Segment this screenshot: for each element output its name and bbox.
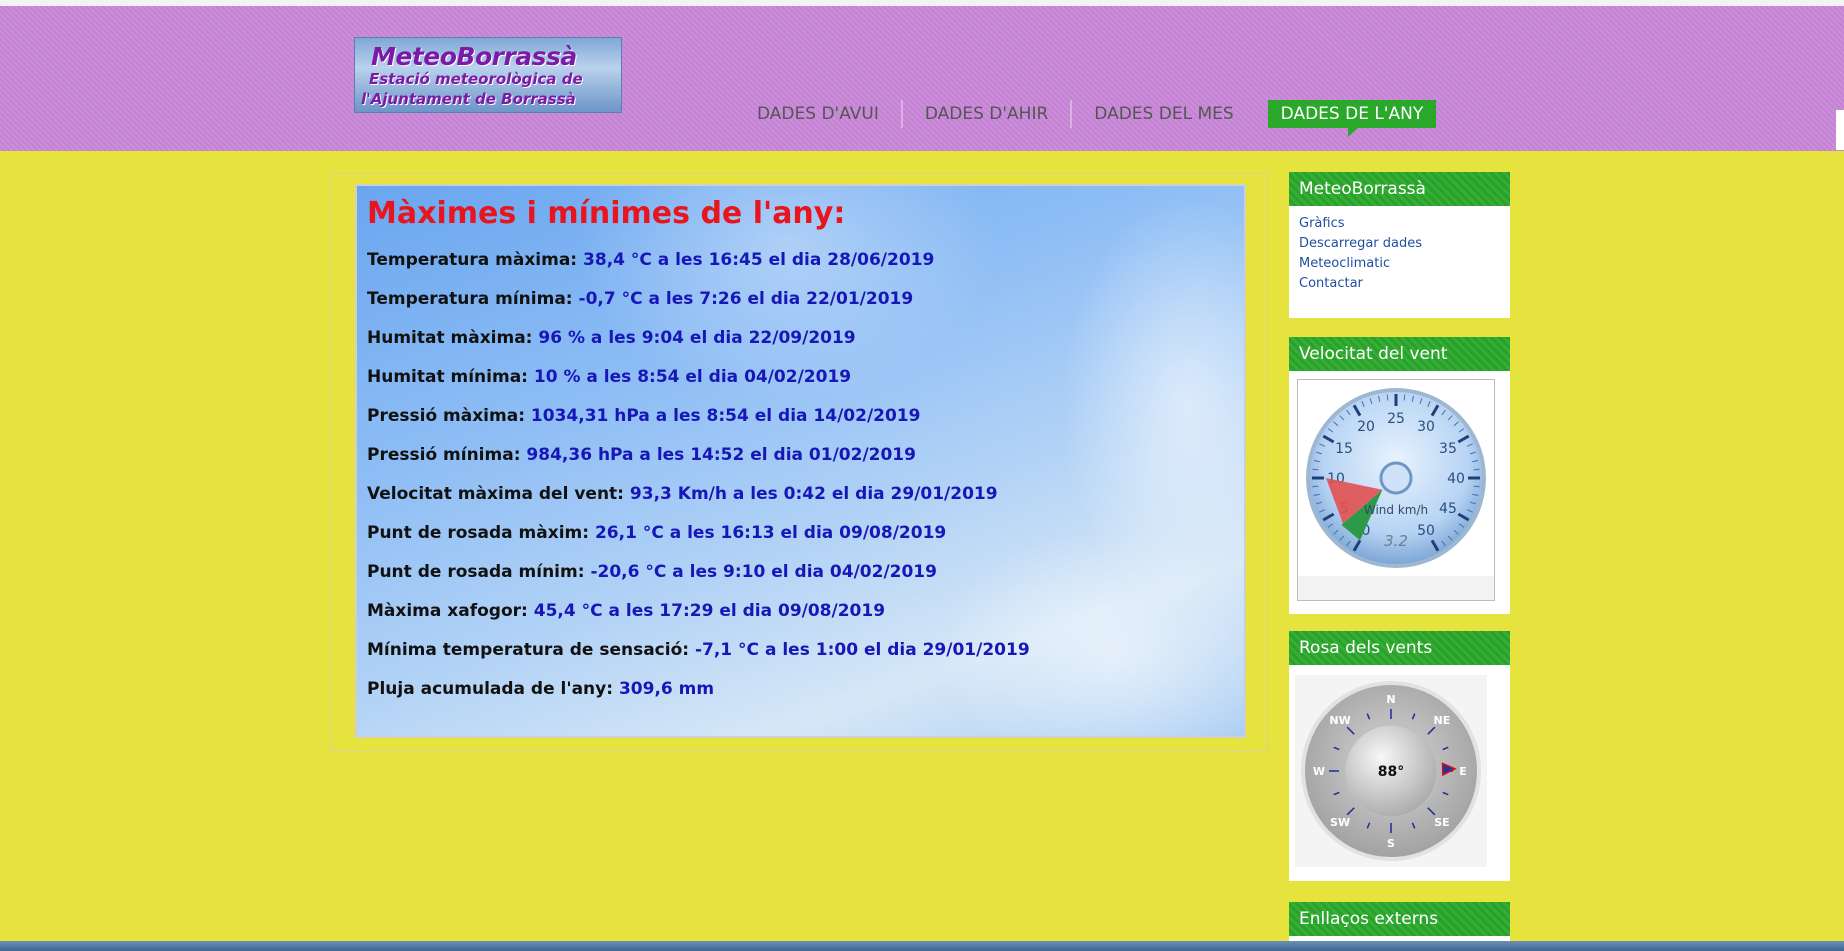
row-value: -0,7 °C a les 7:26 el dia 22/01/2019 [578, 289, 914, 309]
wind-gauge-frame: 05101520253035404550 Wind km/h 3.2 [1297, 379, 1495, 601]
page-title: Màximes i mínimes de l'any: [367, 196, 846, 231]
widget-title: Rosa dels vents [1289, 631, 1510, 665]
gauge-tick [1473, 468, 1480, 471]
link-meteoclimatic[interactable]: Meteoclimatic [1299, 254, 1500, 274]
wind-direction-compass: N NE E SE S SW W NW 88° [1301, 681, 1481, 861]
site-logo[interactable]: MeteoBorrassà Estació meteorològica de l… [354, 37, 622, 113]
rose-direction-label: SE [1434, 816, 1449, 829]
main-nav: DADES D'AVUI DADES D'AHIR DADES DEL MES … [735, 99, 1437, 137]
site-header: MeteoBorrassà Estació meteorològica de l… [0, 6, 1844, 151]
row-value: 96 % a les 9:04 el dia 22/09/2019 [538, 328, 856, 348]
rose-direction-label: W [1313, 765, 1325, 778]
widget-title: Velocitat del vent [1289, 337, 1510, 371]
yearly-extremes-panel: Màximes i mínimes de l'any: Temperatura … [355, 184, 1246, 738]
rose-direction-label: SW [1330, 816, 1350, 829]
row-label: Temperatura màxima: [367, 250, 578, 270]
list-item: Humitat mínima: 10 % a les 8:54 el dia 0… [367, 367, 1030, 406]
gauge-tick-label: 25 [1387, 411, 1405, 427]
row-value: 984,36 hPa a les 14:52 el dia 01/02/2019 [526, 445, 916, 465]
list-item: Punt de rosada mínim: -20,6 °C a les 9:1… [367, 562, 1030, 601]
list-item: Màxima xafogor: 45,4 °C a les 17:29 el d… [367, 601, 1030, 640]
gauge-tick-label: 45 [1439, 501, 1457, 517]
gauge-tick-label: 30 [1417, 419, 1435, 435]
row-label: Punt de rosada mínim: [367, 562, 585, 582]
list-item: Temperatura mínima: -0,7 °C a les 7:26 e… [367, 289, 1030, 328]
gauge-unit-label: Wind km/h [1364, 503, 1428, 517]
widget-title: Enllaços externs [1289, 902, 1510, 936]
wind-bearing-text: 88° [1378, 764, 1404, 780]
gauge-tick-label: 15 [1335, 441, 1353, 457]
gauge-tick-label: 50 [1417, 523, 1435, 539]
wind-speed-gauge: 05101520253035404550 Wind km/h 3.2 [1298, 380, 1494, 576]
row-value: 10 % a les 8:54 el dia 04/02/2019 [533, 367, 852, 387]
gauge-tick [1386, 394, 1389, 401]
list-item: Humitat màxima: 96 % a les 9:04 el dia 2… [367, 328, 1030, 367]
gauge-tick [1473, 485, 1480, 488]
gauge-readout: 3.2 [1384, 532, 1408, 550]
widget-external-links: Enllaços externs [1289, 902, 1510, 942]
rose-direction-label: NE [1434, 714, 1451, 727]
nav-item-dades-ahir[interactable]: DADES D'AHIR [900, 100, 1070, 128]
row-label: Humitat mínima: [367, 367, 528, 387]
row-value: 38,4 °C a les 16:45 el dia 28/06/2019 [583, 250, 935, 270]
gauge-tick-label: 40 [1447, 471, 1465, 487]
gauge-tick [1312, 468, 1319, 471]
row-label: Pressió màxima: [367, 406, 525, 426]
list-item: Pressió mínima: 984,36 hPa a les 14:52 e… [367, 445, 1030, 484]
scroll-notch [1836, 110, 1844, 150]
row-value: 309,6 mm [618, 679, 715, 699]
logo-subtitle-2: l'Ajuntament de Borrassà [361, 90, 576, 108]
rose-direction-label: E [1459, 765, 1467, 778]
row-label: Màxima xafogor: [367, 601, 528, 621]
gauge-tick [1403, 394, 1406, 401]
row-value: -20,6 °C a les 9:10 el dia 04/02/2019 [590, 562, 937, 582]
link-contactar[interactable]: Contactar [1299, 274, 1500, 294]
list-item: Velocitat màxima del vent: 93,3 Km/h a l… [367, 484, 1030, 523]
row-label: Pressió mínima: [367, 445, 521, 465]
nav-item-dades-any[interactable]: DADES DE L'ANY [1267, 100, 1437, 137]
logo-title: MeteoBorrassà [371, 42, 577, 71]
row-value: -7,1 °C a les 1:00 el dia 29/01/2019 [694, 640, 1030, 660]
widget-wind-speed: Velocitat del vent 05101520253035404550 … [1289, 337, 1510, 614]
nav-item-dades-mes[interactable]: DADES DEL MES [1070, 100, 1255, 128]
row-value: 26,1 °C a les 16:13 el dia 09/08/2019 [594, 523, 947, 543]
extremes-list: Temperatura màxima: 38,4 °C a les 16:45 … [367, 250, 1030, 718]
row-label: Velocitat màxima del vent: [367, 484, 624, 504]
row-label: Punt de rosada màxim: [367, 523, 590, 543]
gauge-tick [1312, 485, 1319, 488]
link-descarregar-dades[interactable]: Descarregar dades [1299, 234, 1500, 254]
widget-title: MeteoBorrassà [1289, 172, 1510, 206]
rose-direction-label: S [1387, 837, 1395, 850]
row-label: Mínima temperatura de sensació: [367, 640, 690, 660]
list-item: Pressió màxima: 1034,31 hPa a les 8:54 e… [367, 406, 1030, 445]
row-value: 1034,31 hPa a les 8:54 el dia 14/02/2019 [530, 406, 921, 426]
logo-subtitle-1: Estació meteorològica de [369, 70, 583, 88]
row-label: Pluja acumulada de l'any: [367, 679, 614, 699]
list-item: Pluja acumulada de l'any: 309,6 mm [367, 679, 1030, 718]
row-value: 93,3 Km/h a les 0:42 el dia 29/01/2019 [629, 484, 998, 504]
gauge-tick-label: 20 [1357, 419, 1375, 435]
row-label: Temperatura mínima: [367, 289, 573, 309]
list-item: Mínima temperatura de sensació: -7,1 °C … [367, 640, 1030, 679]
link-grafics[interactable]: Gràfics [1299, 214, 1500, 234]
row-label: Humitat màxima: [367, 328, 533, 348]
widget-wind-rose: Rosa dels vents N NE E SE S SW W NW 88° [1289, 631, 1510, 881]
os-taskbar [0, 941, 1844, 951]
widget-links: Gràfics Descarregar dades Meteoclimatic … [1289, 206, 1510, 302]
rose-direction-label: NW [1329, 714, 1350, 727]
list-item: Punt de rosada màxim: 26,1 °C a les 16:1… [367, 523, 1030, 562]
wind-rose-frame: N NE E SE S SW W NW 88° [1295, 675, 1487, 867]
row-value: 45,4 °C a les 17:29 el dia 09/08/2019 [533, 601, 886, 621]
rose-direction-label: N [1386, 693, 1395, 706]
list-item: Temperatura màxima: 38,4 °C a les 16:45 … [367, 250, 1030, 289]
widget-meteoborrassa: MeteoBorrassà Gràfics Descarregar dades … [1289, 172, 1510, 318]
nav-item-dades-avui[interactable]: DADES D'AVUI [735, 100, 901, 128]
gauge-tick-label: 35 [1439, 441, 1457, 457]
